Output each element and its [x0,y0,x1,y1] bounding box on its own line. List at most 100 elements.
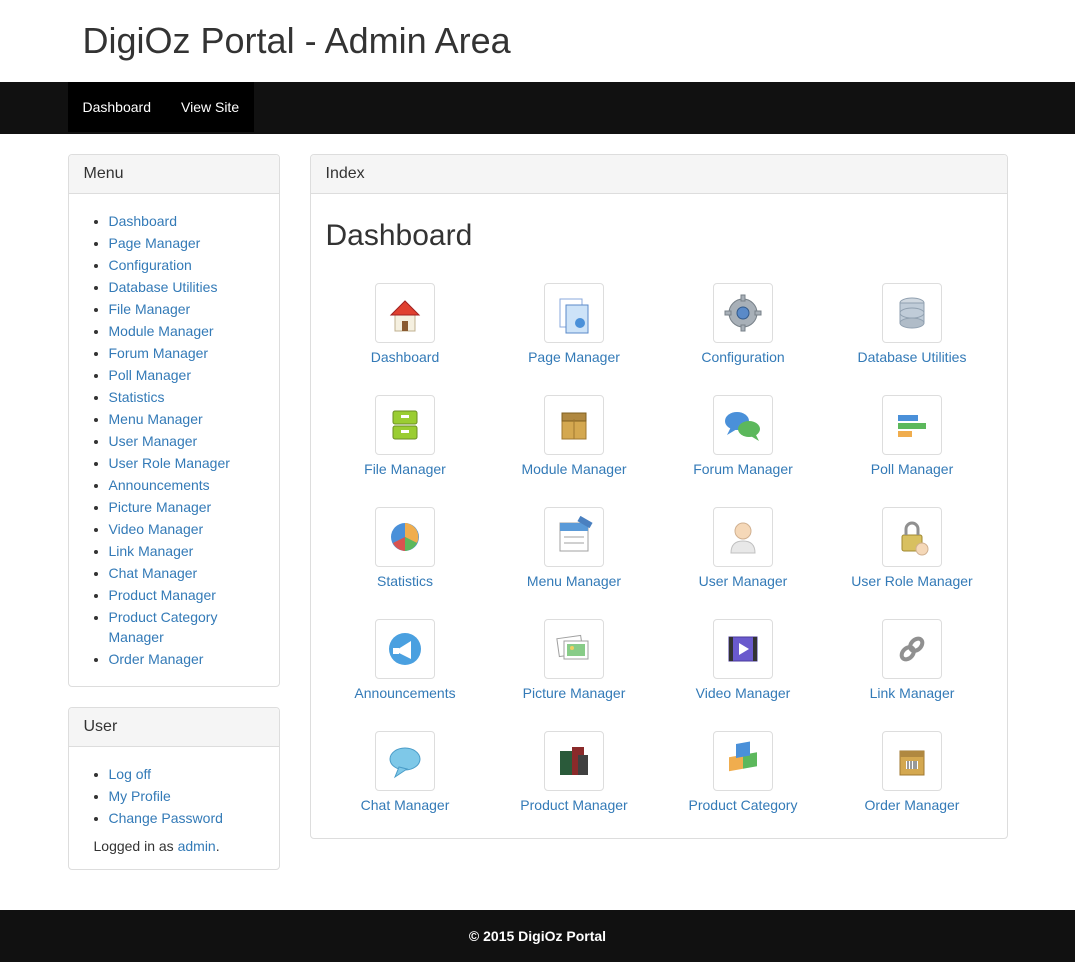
tile-label: Product Category [664,797,823,813]
tile-label: Forum Manager [664,461,823,477]
tile-module-manager[interactable]: Module Manager [495,395,654,477]
tile-dashboard[interactable]: Dashboard [326,283,485,365]
tile-video-manager[interactable]: Video Manager [664,619,823,701]
icon-grid: Dashboard Page Manager Configuration Databa… [326,273,992,823]
tile-label: Picture Manager [495,685,654,701]
tile-link-manager[interactable]: Link Manager [833,619,992,701]
menu-list: Dashboard Page Manager Configuration Databa… [84,211,264,669]
menu-icon [544,507,604,567]
menu-link-page-manager[interactable]: Page Manager [109,235,201,251]
video-icon [713,619,773,679]
lock-icon [882,507,942,567]
tile-label: Database Utilities [833,349,992,365]
menu-link-link-manager[interactable]: Link Manager [109,543,194,559]
tile-label: File Manager [326,461,485,477]
tile-label: Link Manager [833,685,992,701]
category-icon [713,731,773,791]
tile-database-utilities[interactable]: Database Utilities [833,283,992,365]
home-icon [375,283,435,343]
pictures-icon [544,619,604,679]
menu-link-announcements[interactable]: Announcements [109,477,210,493]
menu-link-chat-manager[interactable]: Chat Manager [109,565,198,581]
tile-label: Order Manager [833,797,992,813]
user-list: Log off My Profile Change Password [84,764,264,828]
content-panel-heading: Index [311,155,1007,194]
tile-page-manager[interactable]: Page Manager [495,283,654,365]
menu-link-user-role-manager[interactable]: User Role Manager [109,455,230,471]
chatbubbles-icon [713,395,773,455]
tile-label: Statistics [326,573,485,589]
user-link-log-off[interactable]: Log off [109,766,152,782]
megaphone-icon [375,619,435,679]
nav-dashboard[interactable]: Dashboard [68,82,167,132]
user-icon [713,507,773,567]
products-icon [544,731,604,791]
tile-order-manager[interactable]: Order Manager [833,731,992,813]
footer: © 2015 DigiOz Portal [0,910,1075,962]
menu-link-module-manager[interactable]: Module Manager [109,323,214,339]
menu-link-dashboard[interactable]: Dashboard [109,213,178,229]
gear-icon [713,283,773,343]
tile-product-manager[interactable]: Product Manager [495,731,654,813]
user-panel: User Log off My Profile Change Password Lo… [68,707,280,870]
tile-label: Announcements [326,685,485,701]
menu-link-order-manager[interactable]: Order Manager [109,651,204,667]
tile-label: Dashboard [326,349,485,365]
tile-menu-manager[interactable]: Menu Manager [495,507,654,589]
tile-label: Configuration [664,349,823,365]
tile-file-manager[interactable]: File Manager [326,395,485,477]
tile-announcements[interactable]: Announcements [326,619,485,701]
tile-label: User Manager [664,573,823,589]
user-link-my-profile[interactable]: My Profile [109,788,171,804]
menu-link-product-manager[interactable]: Product Manager [109,587,216,603]
database-icon [882,283,942,343]
content-title: Dashboard [326,219,992,253]
menu-link-database-utilities[interactable]: Database Utilities [109,279,218,295]
tile-product-category[interactable]: Product Category [664,731,823,813]
tile-user-manager[interactable]: User Manager [664,507,823,589]
tile-picture-manager[interactable]: Picture Manager [495,619,654,701]
tile-configuration[interactable]: Configuration [664,283,823,365]
logged-in-user-link[interactable]: admin [178,838,216,854]
tile-label: Chat Manager [326,797,485,813]
menu-link-video-manager[interactable]: Video Manager [109,521,204,537]
menu-heading: Menu [69,155,279,194]
menu-link-file-manager[interactable]: File Manager [109,301,191,317]
link-icon [882,619,942,679]
menu-link-configuration[interactable]: Configuration [109,257,192,273]
content-panel: Index Dashboard Dashboard Page Manager Con… [310,154,1008,839]
bars-icon [882,395,942,455]
filecab-icon [375,395,435,455]
pages-icon [544,283,604,343]
menu-link-poll-manager[interactable]: Poll Manager [109,367,192,383]
menu-link-statistics[interactable]: Statistics [109,389,165,405]
tile-chat-manager[interactable]: Chat Manager [326,731,485,813]
tile-statistics[interactable]: Statistics [326,507,485,589]
chat-icon [375,731,435,791]
tile-label: Page Manager [495,349,654,365]
order-icon [882,731,942,791]
tile-forum-manager[interactable]: Forum Manager [664,395,823,477]
menu-link-menu-manager[interactable]: Menu Manager [109,411,203,427]
tile-label: User Role Manager [833,573,992,589]
navbar: Dashboard View Site [0,82,1075,134]
pie-icon [375,507,435,567]
page-title: DigiOz Portal - Admin Area [83,0,1008,82]
tile-label: Product Manager [495,797,654,813]
tile-poll-manager[interactable]: Poll Manager [833,395,992,477]
tile-label: Module Manager [495,461,654,477]
logged-in-text: Logged in as admin. [84,838,264,854]
box-icon [544,395,604,455]
tile-label: Menu Manager [495,573,654,589]
tile-label: Poll Manager [833,461,992,477]
tile-user-role-manager[interactable]: User Role Manager [833,507,992,589]
nav-view-site[interactable]: View Site [166,82,254,132]
menu-panel: Menu DashboardPage ManagerConfigurationD… [68,154,280,687]
menu-link-user-manager[interactable]: User Manager [109,433,198,449]
user-link-change-password[interactable]: Change Password [109,810,223,826]
menu-link-product-category-manager[interactable]: Product Category Manager [109,609,218,645]
menu-link-picture-manager[interactable]: Picture Manager [109,499,212,515]
user-heading: User [69,708,279,747]
tile-label: Video Manager [664,685,823,701]
menu-link-forum-manager[interactable]: Forum Manager [109,345,209,361]
